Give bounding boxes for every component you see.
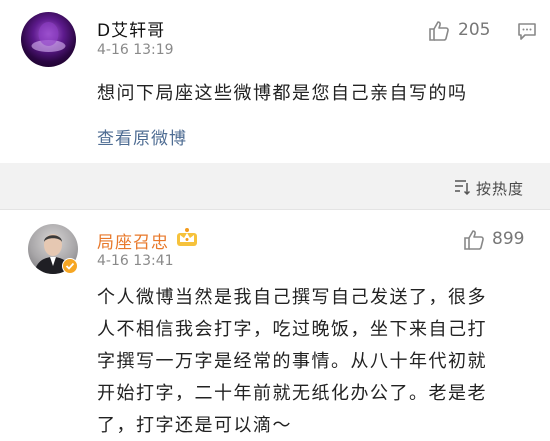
like-count: 205: [458, 20, 491, 40]
crown-badge-icon: [176, 227, 198, 247]
reply-text-line: 字撰写一万字是经常的事情。从八十年代初就: [97, 351, 487, 372]
avatar[interactable]: [21, 12, 76, 67]
reply-text-line: 开始打字，二十年前就无纸化办公了。老是老: [97, 383, 487, 404]
comment-text: 想问下局座这些微博都是您自己亲自写的吗: [97, 83, 468, 104]
reply-user-name[interactable]: 局座召忠: [97, 228, 169, 253]
reply-text-line: 人不相信我会打字，吃过晚饭，坐下来自己打: [97, 319, 487, 340]
view-original-link[interactable]: 查看原微博: [97, 124, 187, 149]
reply-text-line: 个人微博当然是我自己撰写自己发送了，很多: [97, 287, 487, 308]
comment-icon[interactable]: [516, 20, 538, 42]
avatar-image: [31, 22, 66, 52]
verified-badge-icon: [62, 258, 78, 274]
thumbs-up-icon[interactable]: [462, 228, 486, 252]
sort-icon[interactable]: [453, 178, 471, 196]
divider: [0, 209, 550, 210]
sort-label[interactable]: 按热度: [476, 178, 524, 199]
comment-time: 4-16 13:19: [97, 42, 174, 58]
reply-text-line: 了，打字还是可以滴～: [97, 415, 292, 436]
reply-time: 4-16 13:41: [97, 253, 174, 269]
comment-user-name[interactable]: D艾轩哥: [97, 16, 165, 41]
like-count: 899: [492, 229, 525, 249]
thumbs-up-icon[interactable]: [427, 19, 451, 43]
